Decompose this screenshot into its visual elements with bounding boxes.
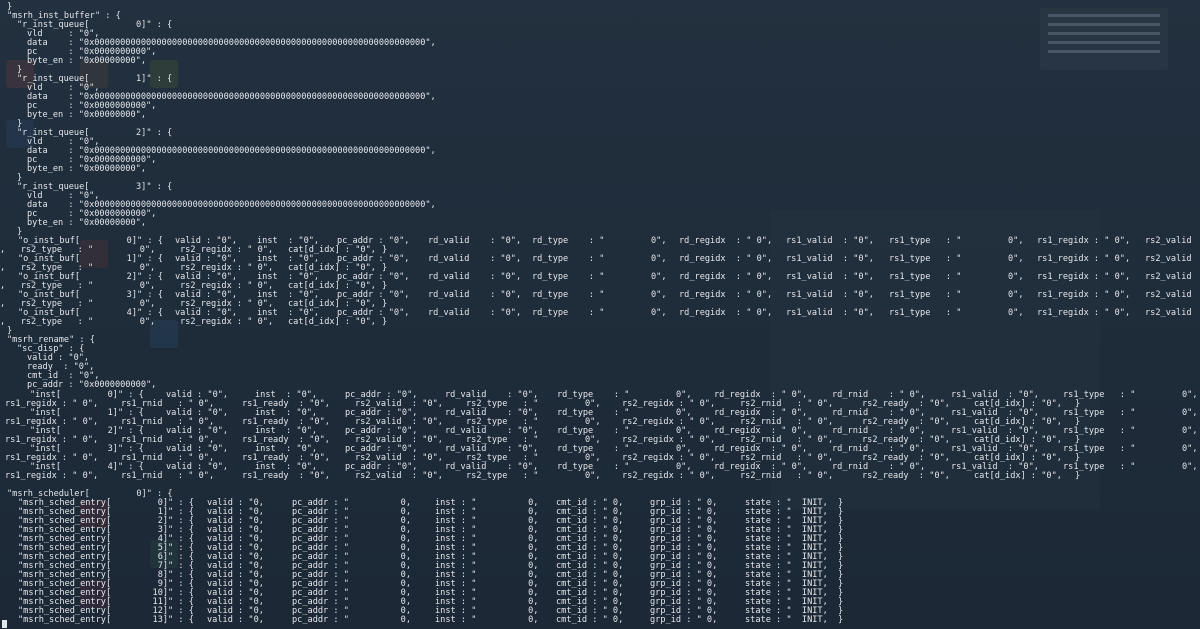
- terminal-text: grp_id : " 0,: [650, 615, 718, 625]
- terminal-text: rd_regidx : " 0",: [679, 236, 773, 246]
- terminal-text: rs2_ready : "0",: [862, 471, 950, 481]
- terminal-text: rs1_valid : "0",: [786, 290, 874, 300]
- terminal-text: pc_addr : "0x0000000000",: [27, 380, 157, 390]
- terminal-text: rs1_regidx : " 0",: [1037, 254, 1131, 264]
- terminal-text: byte_en : "0x00000000",: [27, 56, 146, 66]
- terminal-text: rd_type : " 0",: [532, 272, 667, 282]
- terminal-text: rd_type : " 0",: [532, 290, 667, 300]
- terminal-text: rd_valid : "0",: [428, 308, 522, 318]
- terminal-cursor: [2, 620, 7, 628]
- terminal-text: byte_en : "0x00000000",: [27, 164, 146, 174]
- terminal-text: rs1_type : " 0",: [889, 290, 1024, 300]
- terminal-text: rs2_regidx : " 0",: [622, 471, 716, 481]
- terminal-text: inst : " 0,: [435, 615, 539, 625]
- terminal-text: rs2_regidx : " 0",: [180, 317, 274, 327]
- terminal-text: rs1_type : " 0",: [1063, 462, 1198, 472]
- terminal-text: , rs2_type : " 0",: [0, 317, 156, 327]
- terminal-text: rs1_regidx : " 0",: [1037, 308, 1131, 318]
- terminal-text: "msrh_sched_entry[ 13]" : {: [18, 615, 194, 625]
- terminal-text: rd_valid : "0",: [428, 236, 522, 246]
- terminal-text: rs1_type : " 0",: [889, 308, 1024, 318]
- terminal-text: rs2_valid :: [1145, 236, 1192, 246]
- terminal-text: rd_valid : "0",: [428, 272, 522, 282]
- terminal-text: rs2_valid : "0",: [355, 471, 443, 481]
- terminal-text: rs1_regidx : " 0",: [1037, 272, 1131, 282]
- terminal-text: rs1_type : " 0",: [889, 272, 1024, 282]
- terminal-text: rs1_valid : "0",: [786, 236, 874, 246]
- terminal-text: pc_addr : " 0,: [292, 615, 411, 625]
- terminal-text: rd_regidx : " 0",: [679, 272, 773, 282]
- terminal-text: byte_en : "0x00000000",: [27, 218, 146, 228]
- terminal-text: valid : "0,: [207, 615, 264, 625]
- terminal-text: rd_regidx : " 0",: [679, 254, 773, 264]
- terminal-text: rs2_valid :: [1145, 308, 1192, 318]
- terminal-text: rs2_valid :: [1145, 290, 1192, 300]
- terminal-text: rs1_ready : "0",: [242, 471, 330, 481]
- terminal-text: rd_valid : "0",: [428, 290, 522, 300]
- terminal-text: rs1_valid : "0",: [786, 254, 874, 264]
- terminal-text: rs1_type : " 0",: [889, 236, 1024, 246]
- terminal-text: }: [838, 615, 844, 625]
- terminal-text: byte_en : "0x00000000",: [27, 110, 146, 120]
- terminal-text: cmt_id : " 0,: [556, 615, 624, 625]
- terminal-text: state : " INIT,: [745, 615, 828, 625]
- terminal-text: rs1_regidx : " 0",: [5, 471, 99, 481]
- terminal-text: rd_regidx : " 0",: [679, 308, 773, 318]
- terminal-text: }: [1075, 471, 1081, 481]
- terminal-text: rs1_type : " 0",: [1063, 408, 1198, 418]
- terminal-text: rs1_rnid : " 0",: [121, 471, 215, 481]
- terminal-text: }: [382, 317, 388, 327]
- terminal-text: cat[d_idx] : "0",: [974, 471, 1062, 481]
- terminal-output[interactable]: } "msrh_inst_buffer" : {"r_inst_queue[ 0]…: [0, 0, 1200, 629]
- terminal-text: rs2_rnid : " 0",: [740, 471, 834, 481]
- terminal-text: rd_type : " 0",: [532, 236, 667, 246]
- terminal-text: rs1_type : " 0",: [1063, 426, 1198, 436]
- terminal-text: rs1_regidx : " 0",: [1037, 236, 1131, 246]
- terminal-text: rs1_type : " 0",: [889, 254, 1024, 264]
- terminal-text: cat[d_idx] : "0",: [288, 317, 376, 327]
- terminal-text: rs1_type : " 0",: [1063, 444, 1198, 454]
- terminal-text: rs2_type : " 0",: [466, 471, 601, 481]
- terminal-text: rs1_regidx : " 0",: [1037, 290, 1131, 300]
- terminal-text: rs1_valid : "0",: [786, 308, 874, 318]
- terminal-text: rd_regidx : " 0",: [679, 290, 773, 300]
- terminal-text: rs2_valid :: [1145, 254, 1192, 264]
- terminal-text: rs1_valid : "0",: [786, 272, 874, 282]
- terminal-text: rd_valid : "0",: [428, 254, 522, 264]
- terminal-text: rs2_valid :: [1145, 272, 1192, 282]
- terminal-text: rs1_type : " 0",: [1063, 390, 1198, 400]
- terminal-text: rd_type : " 0",: [532, 308, 667, 318]
- terminal-text: rd_type : " 0",: [532, 254, 667, 264]
